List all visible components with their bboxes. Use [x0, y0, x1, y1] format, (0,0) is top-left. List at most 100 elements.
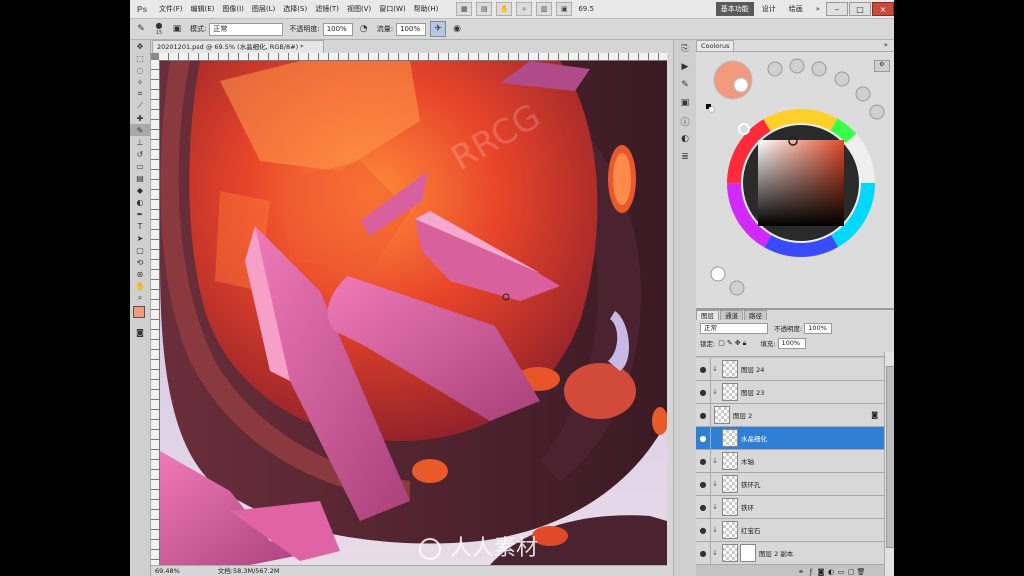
pressure-opacity-icon[interactable]: ◔	[357, 22, 371, 36]
character-panel-icon[interactable]: ≣	[674, 148, 696, 166]
close-button[interactable]: ×	[872, 2, 894, 16]
zoom-icon[interactable]: ⌕	[516, 2, 533, 16]
tab-paths[interactable]: 路径	[744, 310, 767, 320]
color-mix-dials[interactable]	[767, 58, 885, 120]
minibridge-icon[interactable]: ▤	[476, 2, 493, 16]
3d-rotate-tool-icon[interactable]: ⟲	[130, 256, 150, 268]
stamp-tool-icon[interactable]: ⊥	[130, 136, 150, 148]
zoom-tool-icon[interactable]: ⌕	[130, 292, 150, 304]
blur-tool-icon[interactable]: ◆	[130, 184, 150, 196]
crop-tool-icon[interactable]: ⌗	[130, 88, 150, 100]
layer-row[interactable]: ● ↓ 红宝石	[696, 519, 884, 542]
brush-tool-icon[interactable]: ✎	[130, 124, 150, 136]
horizontal-ruler[interactable]	[159, 53, 667, 61]
delete-layer-icon[interactable]: 🗑︎	[856, 567, 866, 576]
layer-row[interactable]: ● ↓ 铁环	[696, 496, 884, 519]
brush-size-picker[interactable]: ● 15	[152, 22, 166, 37]
menu-file[interactable]: 文件(F)	[155, 4, 187, 14]
visibility-eye-icon[interactable]: ●	[696, 427, 711, 449]
history-panel-icon[interactable]: ⎘	[674, 40, 696, 58]
menu-help[interactable]: 帮助(H)	[410, 4, 443, 14]
new-layer-icon[interactable]: ▢	[846, 567, 856, 576]
visibility-eye-icon[interactable]: ●	[696, 381, 711, 403]
zoom-level[interactable]: 69.5	[578, 5, 594, 13]
new-group-icon[interactable]: ▭	[836, 567, 846, 576]
bridge-icon[interactable]: ▦	[456, 2, 473, 16]
maximize-button[interactable]: □	[849, 2, 871, 16]
actions-panel-icon[interactable]: ▶	[674, 58, 696, 76]
layer-row[interactable]: ● ↓ 木轴	[696, 450, 884, 473]
document-tab[interactable]: 20201201.psd @ 69.5% (水晶细化, RGB/8#) *	[152, 40, 324, 53]
visibility-eye-icon[interactable]: ●	[696, 542, 711, 564]
hand-tool-icon[interactable]: ✋	[130, 280, 150, 292]
history-brush-icon[interactable]: ↺	[130, 148, 150, 160]
layer-opacity-field[interactable]: 100%	[804, 322, 833, 334]
menu-select[interactable]: 选择(S)	[279, 4, 311, 14]
info-panel-icon[interactable]: ⓘ	[674, 112, 696, 130]
visibility-eye-icon[interactable]: ●	[696, 519, 711, 541]
menu-edit[interactable]: 编辑(E)	[187, 4, 219, 14]
opacity-field[interactable]: 100%	[322, 22, 353, 36]
visibility-eye-icon[interactable]: ●	[696, 404, 711, 426]
workspace-essentials[interactable]: 基本功能	[715, 2, 754, 16]
pressure-size-icon[interactable]: ◉	[450, 22, 464, 36]
screen-mode-icon[interactable]: ▣	[556, 2, 573, 16]
layers-scroll-thumb[interactable]	[886, 366, 894, 548]
lock-move-icon[interactable]: ✥	[735, 339, 741, 347]
navigator-panel-icon[interactable]: ▣	[674, 94, 696, 112]
visibility-eye-icon[interactable]: ●	[696, 358, 711, 380]
menu-image[interactable]: 图像(I)	[218, 4, 248, 14]
marquee-tool-icon[interactable]: ⬚	[130, 52, 150, 64]
eyedropper-tool-icon[interactable]: ⟋	[130, 100, 150, 112]
brush-presets-icon[interactable]: ✎	[674, 76, 696, 94]
foreground-color-swatch[interactable]	[133, 306, 145, 318]
quick-mask-icon[interactable]: ◙	[130, 326, 150, 338]
hand-icon[interactable]: ✋	[496, 2, 513, 16]
type-tool-icon[interactable]: T	[130, 220, 150, 232]
panel-collapse-icon[interactable]: »	[884, 41, 888, 49]
quick-select-tool-icon[interactable]: ✧	[130, 76, 150, 88]
lock-all-icon[interactable]: 🔒︎	[743, 339, 747, 348]
eraser-tool-icon[interactable]: ▭	[130, 160, 150, 172]
visibility-eye-icon[interactable]: ●	[696, 450, 711, 472]
tab-layers[interactable]: 图层	[696, 310, 719, 320]
dodge-tool-icon[interactable]: ◐	[130, 196, 150, 208]
minimize-button[interactable]: –	[826, 2, 848, 16]
flow-field[interactable]: 100%	[396, 22, 427, 36]
layer-row-selected[interactable]: ● 水晶细化	[696, 427, 884, 450]
layers-scrollbar[interactable]	[884, 352, 894, 576]
layer-row[interactable]: ● ↓ 图层 23	[696, 381, 884, 404]
visibility-eye-icon[interactable]: ●	[696, 473, 711, 495]
tab-channels[interactable]: 通道	[720, 310, 743, 320]
brush-tool-preset-icon[interactable]: ✎	[134, 22, 148, 36]
color-wheel[interactable]	[696, 52, 894, 308]
healing-tool-icon[interactable]: ✚	[130, 112, 150, 124]
menu-window[interactable]: 窗口(W)	[375, 4, 409, 14]
layer-style-icon[interactable]: ƒ	[806, 567, 816, 576]
palette-icon[interactable]	[710, 266, 726, 282]
vertical-ruler[interactable]	[151, 60, 160, 565]
mode-select[interactable]: 正常	[209, 22, 284, 36]
adjustments-panel-icon[interactable]: ◐	[674, 130, 696, 148]
play-icon[interactable]	[729, 280, 745, 296]
layer-row[interactable]: ● 图层 2 ◙	[696, 404, 884, 427]
move-tool-icon[interactable]: ✥	[130, 40, 150, 52]
layer-row[interactable]: ● ↓ 铁环孔	[696, 473, 884, 496]
menu-filter[interactable]: 滤镜(T)	[311, 4, 343, 14]
status-zoom[interactable]: 69.48%	[151, 566, 184, 576]
color-swatches[interactable]	[130, 304, 150, 326]
gradient-tool-icon[interactable]: ▤	[130, 172, 150, 184]
fill-field[interactable]: 100%	[777, 337, 806, 349]
workspace-more-icon[interactable]: »	[811, 3, 825, 15]
3d-orbit-tool-icon[interactable]: ⊛	[130, 268, 150, 280]
artwork-canvas[interactable]: RRCG 人人素材	[160, 61, 667, 565]
link-layers-icon[interactable]: ⚭	[796, 567, 806, 576]
brush-panel-icon[interactable]: ▣	[170, 22, 184, 36]
path-select-tool-icon[interactable]: ➤	[130, 232, 150, 244]
lasso-tool-icon[interactable]: ◌	[130, 64, 150, 76]
airbrush-icon[interactable]: ✈	[430, 21, 447, 37]
layer-row[interactable]: ● ↓ 图层 24	[696, 358, 884, 381]
lock-pixels-icon[interactable]: ▢	[718, 339, 725, 347]
workspace-painting[interactable]: 绘画	[784, 2, 808, 16]
add-mask-icon[interactable]: ◙	[816, 567, 826, 576]
